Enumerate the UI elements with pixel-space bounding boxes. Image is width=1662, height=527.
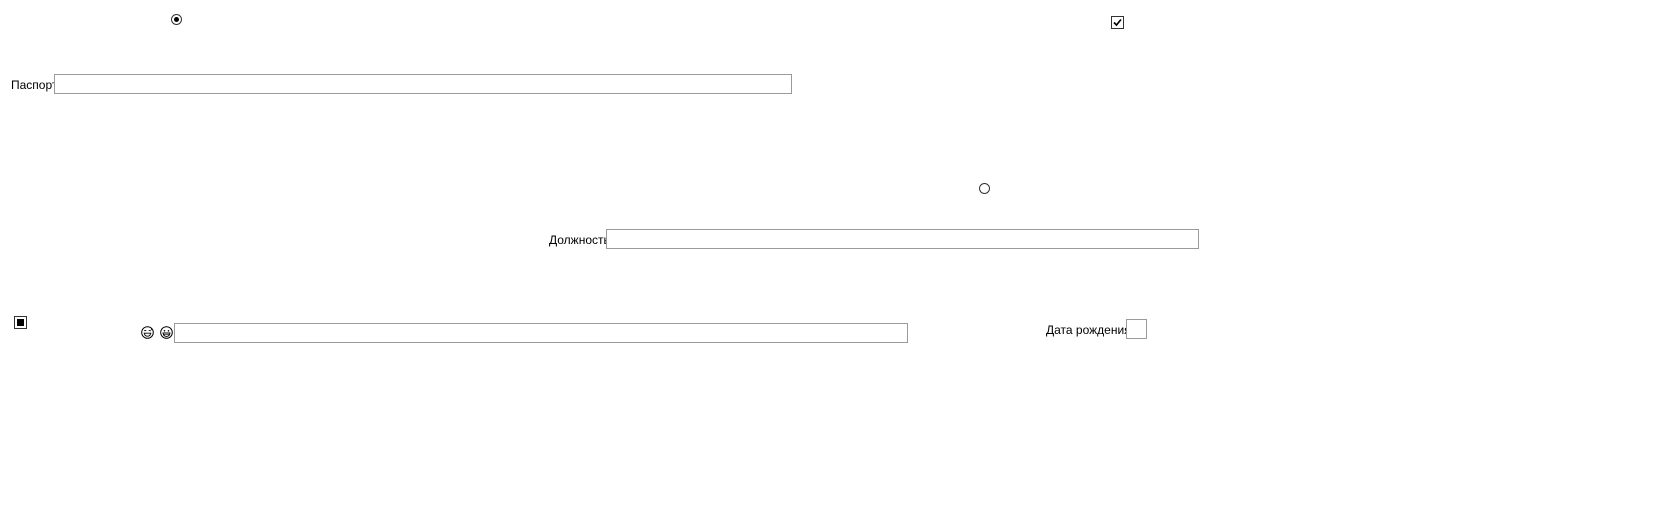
birth-date-input[interactable] — [1126, 319, 1147, 339]
radio-option-middle[interactable] — [979, 183, 990, 194]
checkbox-bottom-left[interactable] — [14, 316, 27, 329]
birth-date-label: Дата рождения — [1046, 323, 1131, 337]
grinning-face-icon — [160, 326, 173, 339]
emoji-text-input[interactable] — [174, 323, 908, 343]
position-label: Должность — [549, 233, 610, 247]
radio-option-top[interactable] — [171, 14, 182, 25]
position-input[interactable] — [606, 229, 1199, 249]
passport-label: Паспорт — [11, 78, 58, 92]
passport-input[interactable] — [54, 74, 792, 94]
checkbox-top-right[interactable] — [1111, 16, 1124, 29]
checkmark-icon — [1113, 18, 1122, 27]
grinning-sweat-face-icon — [141, 326, 154, 339]
